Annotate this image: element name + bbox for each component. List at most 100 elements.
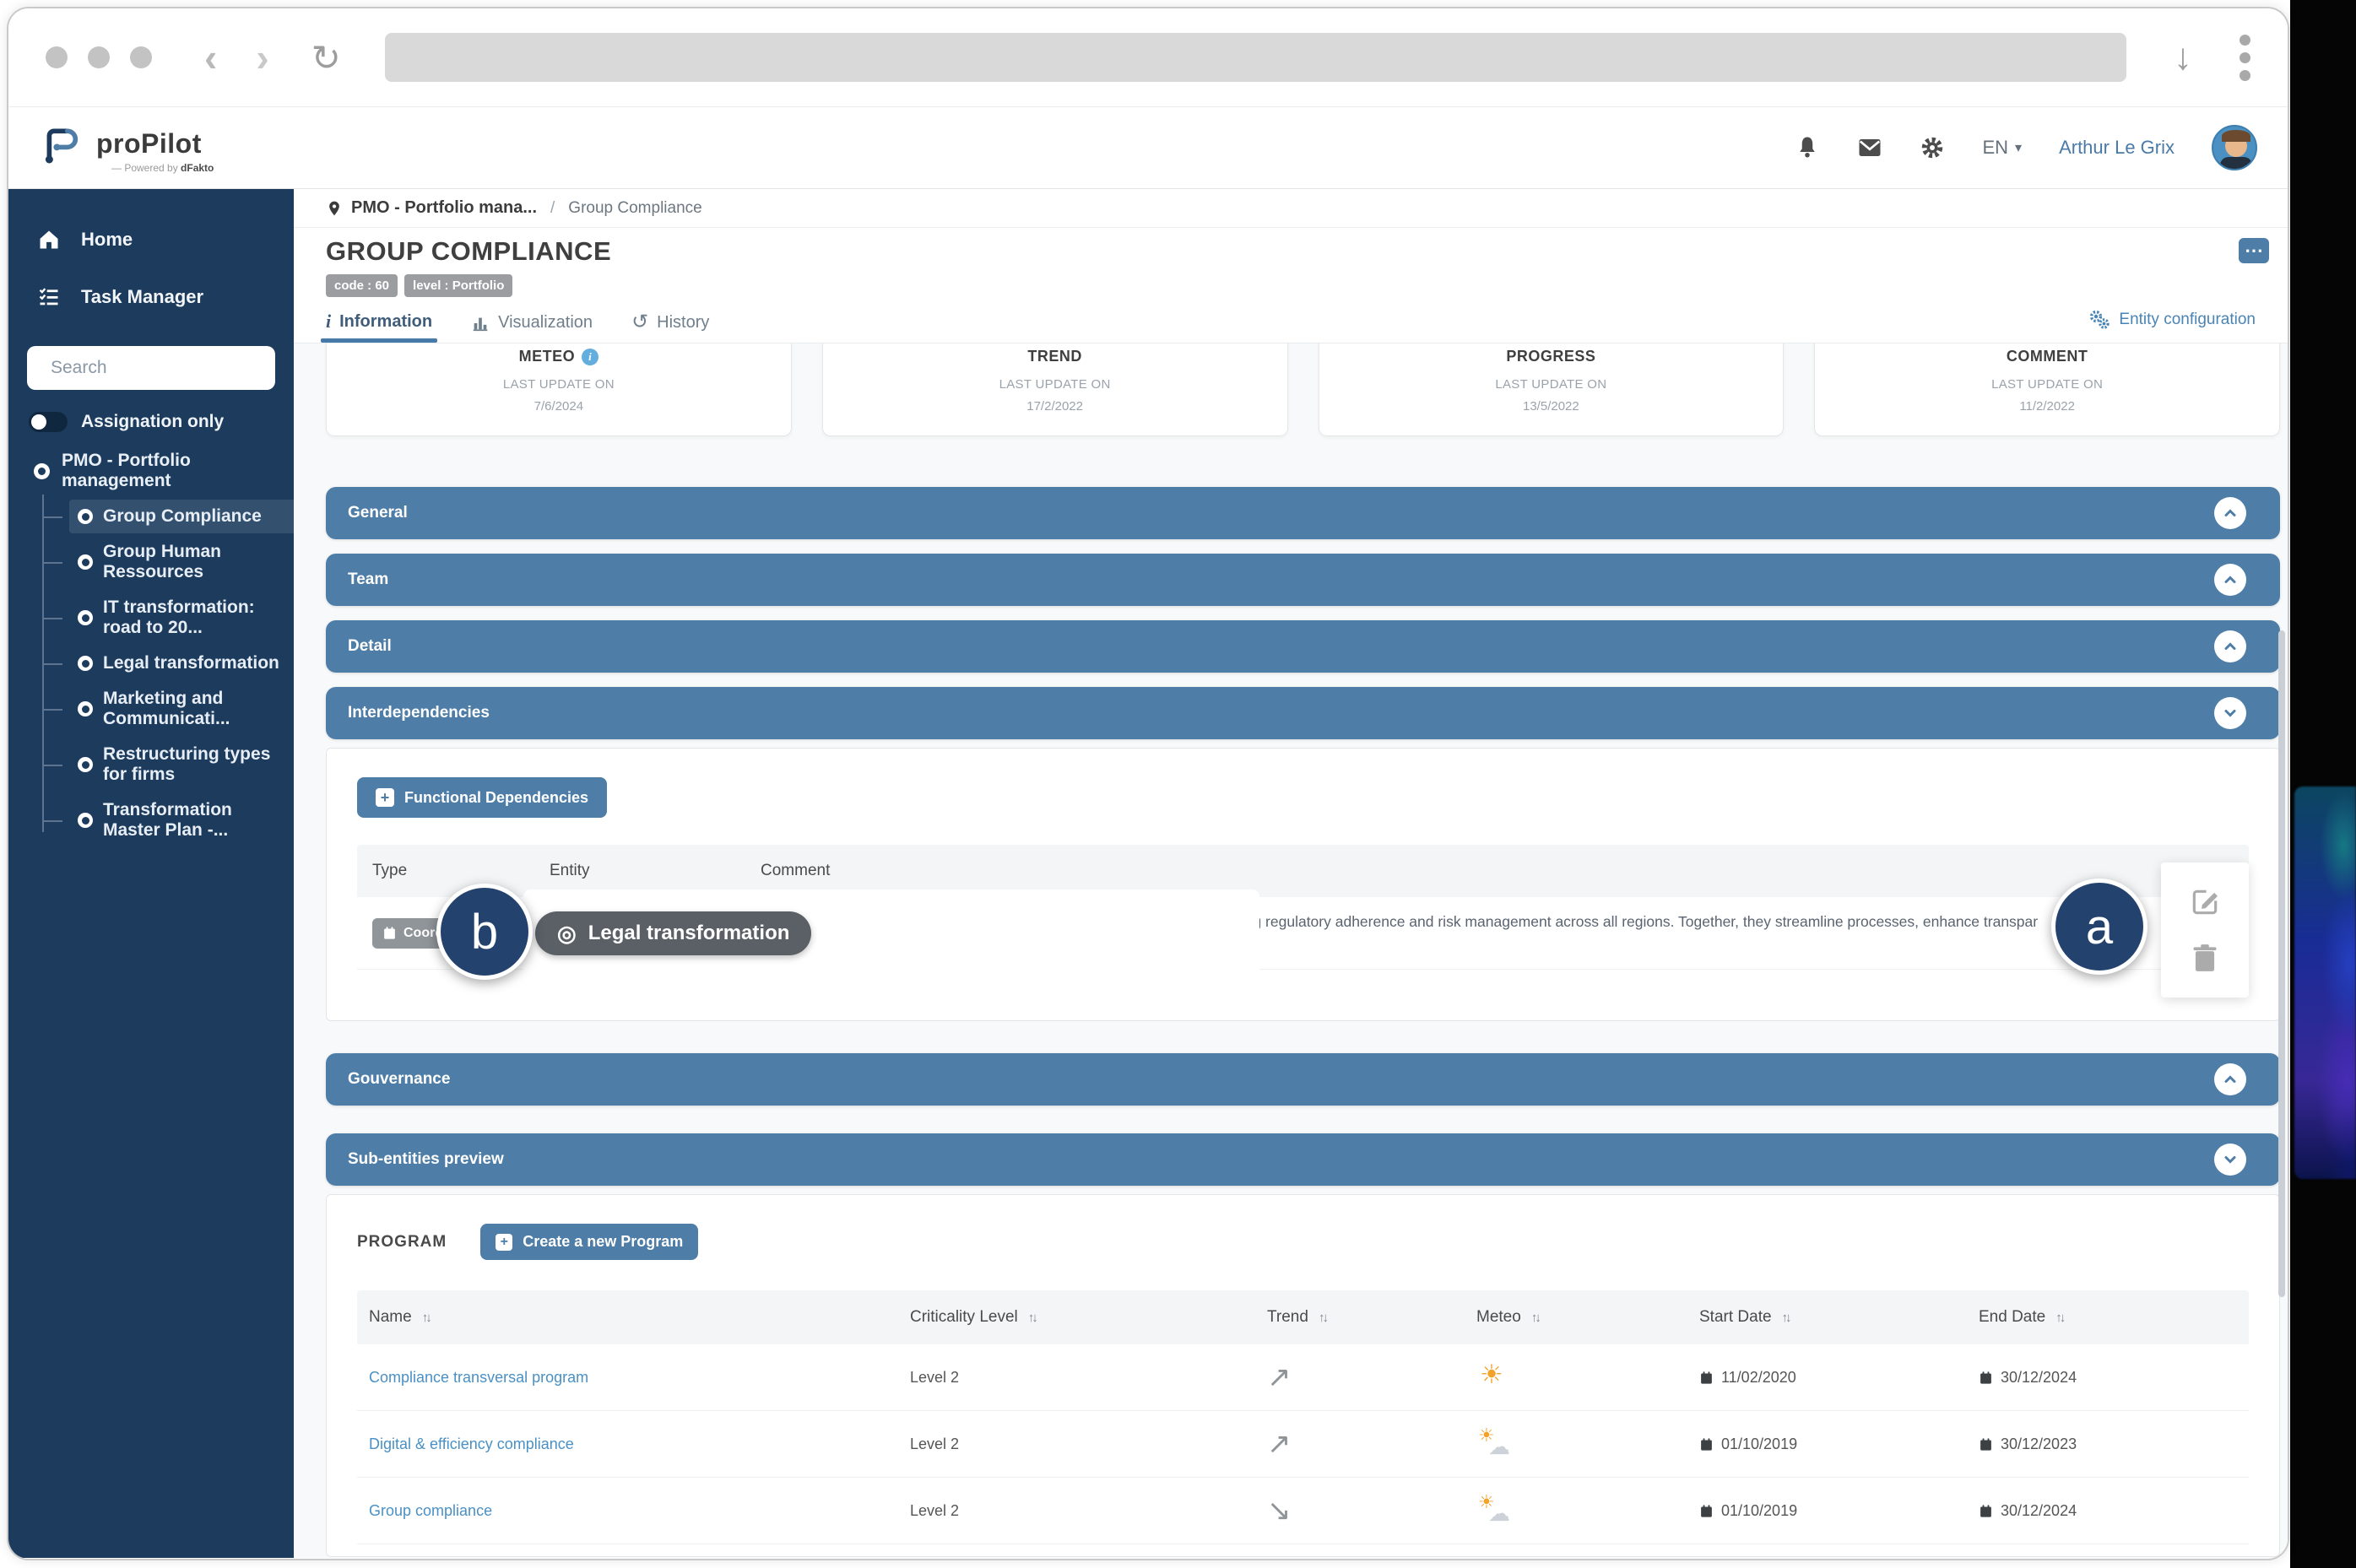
chevron-down-icon[interactable] (2214, 697, 2246, 729)
assignation-toggle[interactable] (29, 412, 68, 432)
section-team[interactable]: Team (326, 554, 2280, 606)
window-control-dot[interactable] (130, 46, 152, 68)
tree-item-restructuring-types[interactable]: Restructuring types for firms (69, 738, 294, 792)
tree-item-marketing-communication[interactable]: Marketing and Communicati... (69, 682, 294, 736)
trend-up-icon: ↗ (1267, 1428, 1292, 1460)
tree-item-transformation-master-plan[interactable]: Transformation Master Plan -... (69, 793, 294, 847)
tree-item-label: Marketing and Communicati... (103, 689, 285, 729)
tab-visualization[interactable]: Visualization (471, 313, 593, 343)
target-icon: ◎ (557, 922, 577, 944)
window-controls (46, 46, 152, 68)
more-options-button[interactable]: ⋯ (2239, 238, 2269, 263)
download-icon[interactable]: ↓ (2174, 36, 2192, 78)
sidebar: Home Task Manager (8, 189, 294, 1558)
edit-icon[interactable] (2189, 886, 2221, 918)
trend-card: TREND LAST UPDATE ON 17/2/2022 (822, 343, 1288, 436)
program-name-link[interactable]: Compliance transversal program (369, 1369, 588, 1386)
app-logo: proPilot — Powered by dFakto (39, 122, 214, 174)
address-bar[interactable] (385, 33, 2126, 82)
program-row: Group compliance Level 2 ↘ ☀☁ 01/10/2019 (357, 1478, 2249, 1544)
entity-configuration-button[interactable]: Entity configuration (2088, 309, 2256, 343)
breadcrumb-parent[interactable]: PMO - Portfolio mana... (351, 198, 537, 218)
card-update-label: LAST UPDATE ON (1815, 377, 2279, 392)
section-general[interactable]: General (326, 487, 2280, 539)
tab-information[interactable]: i Information (326, 311, 432, 343)
chevron-up-icon[interactable] (2214, 1063, 2246, 1095)
card-date: 13/5/2022 (1319, 399, 1784, 414)
location-pin-icon (326, 200, 343, 217)
tree-item-group-human-ressources[interactable]: Group Human Ressources (69, 535, 294, 589)
tree-item-legal-transformation[interactable]: Legal transformation (69, 646, 294, 680)
settings-gear-icon[interactable] (1920, 135, 1945, 160)
section-label: Team (348, 570, 388, 589)
program-heading: PROGRAM (357, 1233, 447, 1252)
end-date: 30/12/2023 (1979, 1436, 2249, 1453)
sort-icon[interactable]: ↑↓ (1531, 1311, 1539, 1325)
info-icon: i (326, 311, 331, 333)
entity-chip[interactable]: ◎ Legal transformation (535, 911, 811, 955)
sort-icon[interactable]: ↑↓ (1028, 1311, 1036, 1325)
search-input[interactable] (51, 358, 279, 378)
chevron-up-icon[interactable] (2214, 497, 2246, 529)
section-label: Interdependencies (348, 704, 490, 722)
forward-icon[interactable]: › (256, 38, 268, 77)
entity-node-icon (78, 701, 93, 716)
info-circle-icon[interactable]: i (582, 349, 598, 365)
dependencies-table: Type Entity Comment (357, 845, 2249, 970)
column-header-meteo[interactable]: Meteo↑↓ (1476, 1308, 1699, 1327)
section-interdependencies[interactable]: Interdependencies (326, 687, 2280, 739)
entity-node-icon (78, 554, 93, 570)
button-label: Create a new Program (523, 1233, 683, 1251)
column-header-end-date[interactable]: End Date↑↓ (1979, 1308, 2249, 1327)
refresh-icon[interactable]: ↻ (311, 37, 341, 78)
tree-item-group-compliance[interactable]: Group Compliance (69, 500, 311, 533)
user-avatar[interactable] (2212, 125, 2257, 170)
sort-icon[interactable]: ↑↓ (1782, 1311, 1790, 1325)
chevron-down-icon: ▾ (2015, 139, 2022, 156)
column-header-start-date[interactable]: Start Date↑↓ (1699, 1308, 1979, 1327)
window-control-dot[interactable] (46, 46, 68, 68)
breadcrumb: PMO - Portfolio mana... / Group Complian… (294, 189, 2288, 228)
window-control-dot[interactable] (88, 46, 110, 68)
end-date: 30/12/2024 (1979, 1502, 2249, 1520)
section-detail[interactable]: Detail (326, 620, 2280, 673)
comment-card: COMMENT LAST UPDATE ON 11/2/2022 (1814, 343, 2280, 436)
tree-root-pmo[interactable]: PMO - Portfolio management (34, 444, 294, 498)
tree-item-label: Legal transformation (103, 653, 279, 673)
functional-dependencies-button[interactable]: + Functional Dependencies (357, 777, 607, 818)
program-name-link[interactable]: Digital & efficiency compliance (369, 1436, 574, 1452)
vertical-scrollbar[interactable] (2278, 630, 2285, 1297)
delete-trash-icon[interactable] (2189, 942, 2221, 974)
chevron-down-icon[interactable] (2214, 1144, 2246, 1176)
column-header-type: Type (372, 862, 550, 880)
section-sub-entities-preview[interactable]: Sub-entities preview (326, 1133, 2280, 1186)
entity-node-icon (78, 610, 93, 625)
tab-history[interactable]: ↺ History (631, 312, 709, 343)
browser-chrome: ‹ › ↻ ↓ (8, 8, 2288, 107)
column-header-criticality[interactable]: Criticality Level↑↓ (910, 1308, 1267, 1327)
user-name[interactable]: Arthur Le Grix (2059, 137, 2175, 159)
tree-item-it-transformation[interactable]: IT transformation: road to 20... (69, 591, 294, 645)
chevron-up-icon[interactable] (2214, 630, 2246, 662)
code-badge: code : 60 (326, 274, 398, 297)
program-name-link[interactable]: Group compliance (369, 1502, 492, 1519)
column-header-name[interactable]: Name↑↓ (369, 1308, 910, 1327)
section-label: Detail (348, 637, 392, 656)
column-header-trend[interactable]: Trend↑↓ (1267, 1308, 1476, 1327)
browser-menu-icon[interactable] (2240, 35, 2250, 81)
sort-icon[interactable]: ↑↓ (1319, 1311, 1326, 1325)
section-gouvernance[interactable]: Gouvernance (326, 1053, 2280, 1106)
sort-icon[interactable]: ↑↓ (2055, 1311, 2063, 1325)
sort-icon[interactable]: ↑↓ (422, 1311, 430, 1325)
back-icon[interactable]: ‹ (204, 38, 217, 77)
create-program-button[interactable]: + Create a new Program (480, 1224, 698, 1260)
criticality-value: Level 2 (910, 1369, 1267, 1387)
chevron-up-icon[interactable] (2214, 564, 2246, 596)
calendar-icon (1699, 1503, 1714, 1519)
language-selector[interactable]: EN▾ (1982, 137, 2022, 159)
notifications-bell-icon[interactable] (1795, 135, 1820, 160)
mail-icon[interactable] (1857, 135, 1882, 160)
sidebar-item-task-manager[interactable]: Task Manager (8, 268, 294, 326)
level-badge: level : Portfolio (404, 274, 512, 297)
sidebar-item-home[interactable]: Home (8, 211, 294, 268)
